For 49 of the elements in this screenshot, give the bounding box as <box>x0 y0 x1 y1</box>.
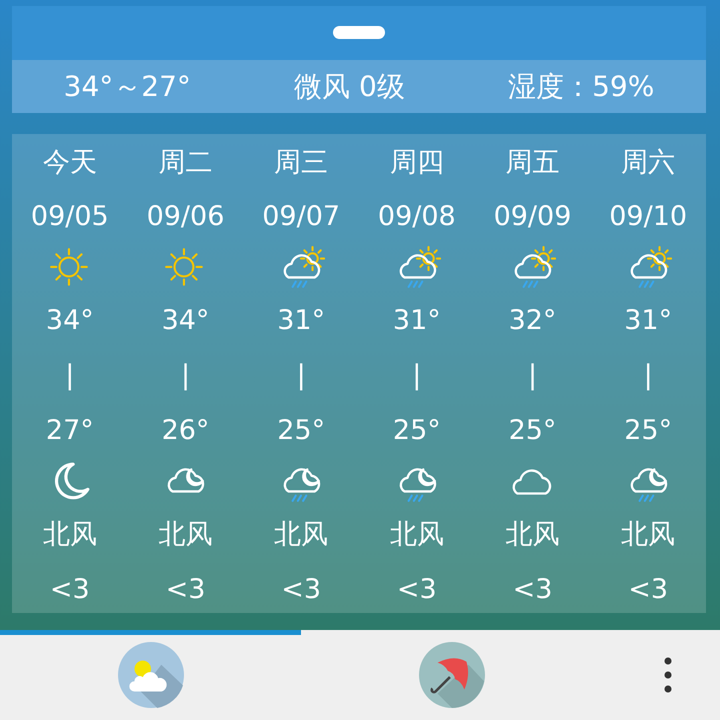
low-temperature: 25° <box>624 414 672 446</box>
day-label: 周五 <box>505 146 560 180</box>
high-temperature: 32° <box>508 304 556 336</box>
date-label: 09/06 <box>146 200 224 232</box>
wind-level: <3 <box>166 574 206 604</box>
day-label: 今天 <box>42 146 97 180</box>
wind-info: 微风 0级 <box>294 68 405 104</box>
low-temperature: 25° <box>277 414 326 446</box>
date-label: 09/09 <box>494 200 572 232</box>
humidity-info: 湿度：59% <box>508 68 654 104</box>
low-temperature: 25° <box>508 414 556 446</box>
wind-level: <3 <box>396 574 437 604</box>
wind-level: <3 <box>50 574 90 604</box>
high-temperature: 31° <box>624 304 672 336</box>
separator: | <box>644 360 653 390</box>
high-temperature: 31° <box>392 304 441 336</box>
separator: | <box>180 360 190 390</box>
more-menu-icon[interactable] <box>664 657 672 693</box>
wind-direction: 北风 <box>621 518 676 552</box>
date-label: 09/08 <box>378 200 456 232</box>
wind-direction: 北风 <box>158 518 212 552</box>
separator: | <box>296 360 306 390</box>
separator: | <box>412 360 422 390</box>
wind-level: <3 <box>512 574 552 604</box>
date-label: 09/10 <box>609 200 688 232</box>
wind-level: <3 <box>281 574 322 604</box>
low-temperature: 25° <box>392 414 441 446</box>
umbrella-icon <box>418 642 484 708</box>
wind-direction: 北风 <box>42 518 97 552</box>
wind-direction: 北风 <box>390 518 444 552</box>
drag-handle[interactable] <box>333 26 385 39</box>
wind-level: <3 <box>628 574 668 604</box>
day-label: 周四 <box>390 146 444 180</box>
temperature-range: 34°～27° <box>64 68 191 104</box>
high-temperature: 31° <box>277 304 326 336</box>
day-label: 周二 <box>158 146 212 180</box>
day-label: 周三 <box>274 146 328 180</box>
weather-icon <box>118 642 184 708</box>
wind-direction: 北风 <box>274 518 328 552</box>
separator: | <box>65 360 74 390</box>
low-temperature: 27° <box>46 414 94 446</box>
separator: | <box>528 360 538 390</box>
high-temperature: 34° <box>46 304 94 336</box>
high-temperature: 34° <box>162 304 210 336</box>
date-label: 09/05 <box>30 200 109 232</box>
date-label: 09/07 <box>262 200 340 232</box>
wind-direction: 北风 <box>505 518 560 552</box>
low-temperature: 26° <box>162 414 210 446</box>
day-label: 周六 <box>621 146 676 180</box>
